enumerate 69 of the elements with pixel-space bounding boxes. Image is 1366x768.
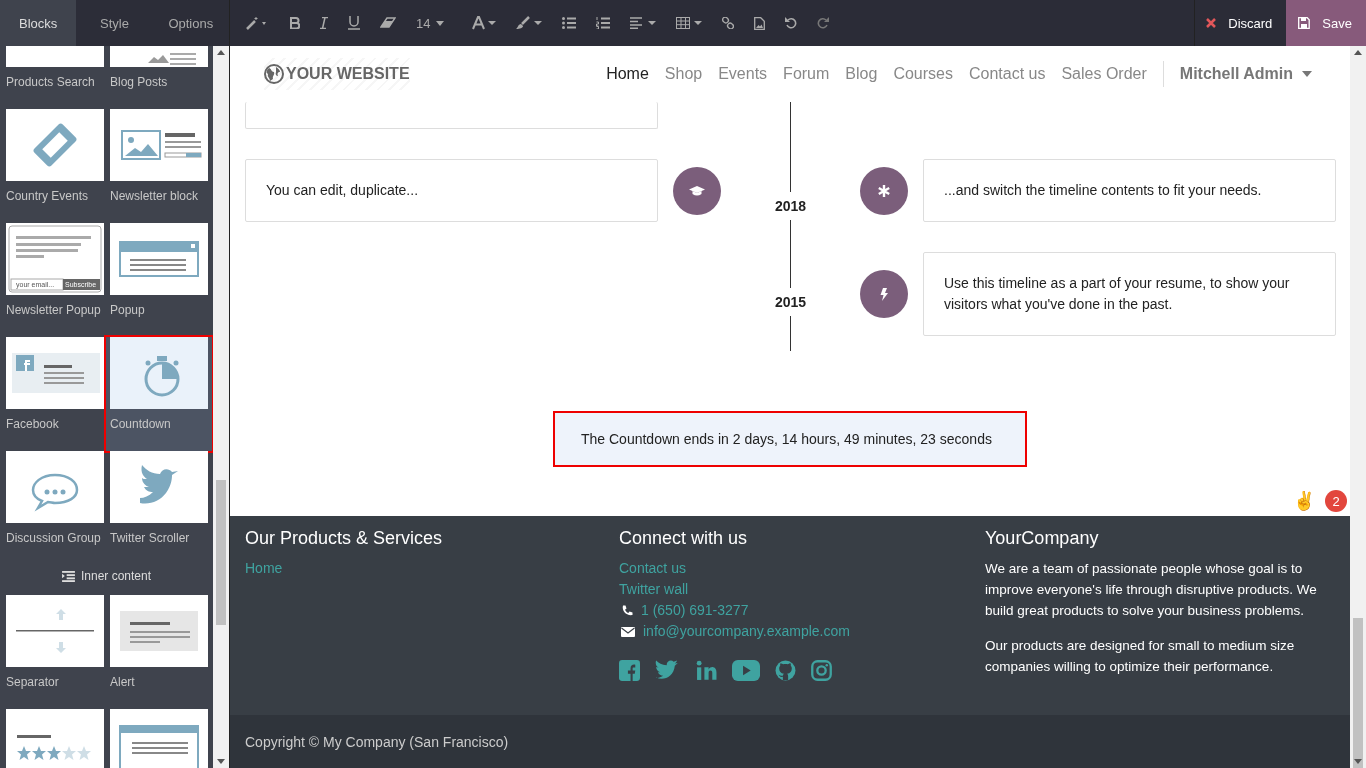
- footer-heading: Connect with us: [619, 528, 748, 549]
- font-size-dropdown[interactable]: 14: [416, 15, 445, 31]
- nav-link[interactable]: Shop: [664, 65, 703, 83]
- table-icon[interactable]: [676, 17, 703, 29]
- nav-link[interactable]: Courses: [893, 65, 953, 83]
- github-icon[interactable]: [774, 660, 796, 681]
- linkedin-icon[interactable]: [695, 660, 717, 681]
- globe-icon: [264, 64, 284, 84]
- blog-post-drawing: [148, 53, 196, 65]
- timeline-text: You can edit, duplicate...: [266, 181, 419, 200]
- facebook-icon[interactable]: [619, 660, 640, 681]
- nav-link[interactable]: Home: [606, 65, 649, 83]
- footer-link[interactable]: Twitter wall: [619, 579, 689, 600]
- paintbrush-icon[interactable]: [516, 16, 543, 30]
- lightning-bolt-icon: [860, 270, 908, 318]
- image-icon[interactable]: [754, 16, 766, 30]
- phone-icon: [621, 604, 633, 617]
- instagram-icon[interactable]: [810, 660, 832, 681]
- graduation-cap-icon: [673, 166, 721, 215]
- website-logo[interactable]: YOUR WEBSITE: [264, 58, 410, 90]
- snippet-block[interactable]: Countdown: [106, 337, 212, 451]
- nav-link[interactable]: Sales Order: [1061, 65, 1147, 83]
- email-link[interactable]: info@yourcompany.example.com: [643, 621, 850, 642]
- sidebar-tab[interactable]: Blocks: [0, 0, 77, 46]
- redo-icon[interactable]: [817, 17, 830, 29]
- scrollbar[interactable]: [213, 46, 229, 768]
- phone-link[interactable]: 1 (650) 691-3277: [641, 600, 749, 621]
- numbered-list-icon[interactable]: [596, 17, 611, 29]
- nav-link[interactable]: Forum: [783, 65, 830, 83]
- footer-paragraph: We are a team of passionate people whose goal is to improve everyone's life through disruptive products. We build great products to solve your business problems.: [985, 560, 1318, 620]
- undo-icon[interactable]: [785, 17, 798, 29]
- envelope-icon: [621, 626, 635, 637]
- timeline-year: 2015: [774, 293, 807, 310]
- indent-icon: [61, 570, 75, 582]
- italic-icon[interactable]: [320, 17, 328, 29]
- footer-heading: Our Products & Services: [245, 528, 443, 549]
- asterisk-icon: [860, 166, 908, 215]
- underline-icon[interactable]: [348, 16, 360, 30]
- footer-paragraph: Our products are designed for small to medium size companies willing to optimize their performance.: [985, 637, 1296, 676]
- save-button[interactable]: Save: [1286, 0, 1366, 46]
- link-icon[interactable]: [722, 17, 735, 29]
- close-icon: [1206, 18, 1217, 28]
- section-heading: Inner content: [80, 569, 152, 583]
- snippet-block[interactable]: Blog Posts: [110, 46, 208, 109]
- footer-link[interactable]: Contact us: [619, 558, 686, 579]
- eraser-icon[interactable]: [380, 17, 396, 29]
- sidebar-tab[interactable]: Style: [76, 0, 153, 46]
- sidebar-tab[interactable]: Options: [152, 0, 229, 46]
- caret-icon: [436, 20, 445, 26]
- footer-link[interactable]: Home: [245, 558, 283, 579]
- caret-icon: [1302, 71, 1312, 77]
- timeline-year: 2018: [774, 197, 807, 214]
- timeline-text: Use this timeline as a part of your resume, to show your visitors what you've done in the past.: [944, 274, 1291, 314]
- user-menu[interactable]: Mitchell Admin: [1179, 65, 1312, 83]
- nav-link[interactable]: Contact us: [968, 65, 1046, 83]
- bullet-list-icon[interactable]: [562, 17, 577, 29]
- scrollbar[interactable]: [1350, 46, 1366, 768]
- bold-icon[interactable]: [290, 17, 300, 29]
- align-icon[interactable]: [630, 17, 657, 29]
- notification-badge: 2: [1325, 490, 1347, 512]
- copyright-text: Copyright © My Company (San Francisco): [245, 733, 509, 750]
- youtube-icon[interactable]: [731, 660, 760, 681]
- timeline-text: ...and switch the timeline contents to fit your needs.: [944, 181, 1262, 200]
- font-color-icon[interactable]: [472, 16, 497, 30]
- snippet-block[interactable]: Products Search: [6, 46, 104, 109]
- countdown-banner[interactable]: The Countdown ends in 2 days, 14 hours, 49 minutes, 23 seconds: [555, 413, 1025, 465]
- nav-link[interactable]: Blog: [845, 65, 878, 83]
- footer-heading: YourCompany: [985, 528, 1099, 549]
- nav-link[interactable]: Events: [718, 65, 768, 83]
